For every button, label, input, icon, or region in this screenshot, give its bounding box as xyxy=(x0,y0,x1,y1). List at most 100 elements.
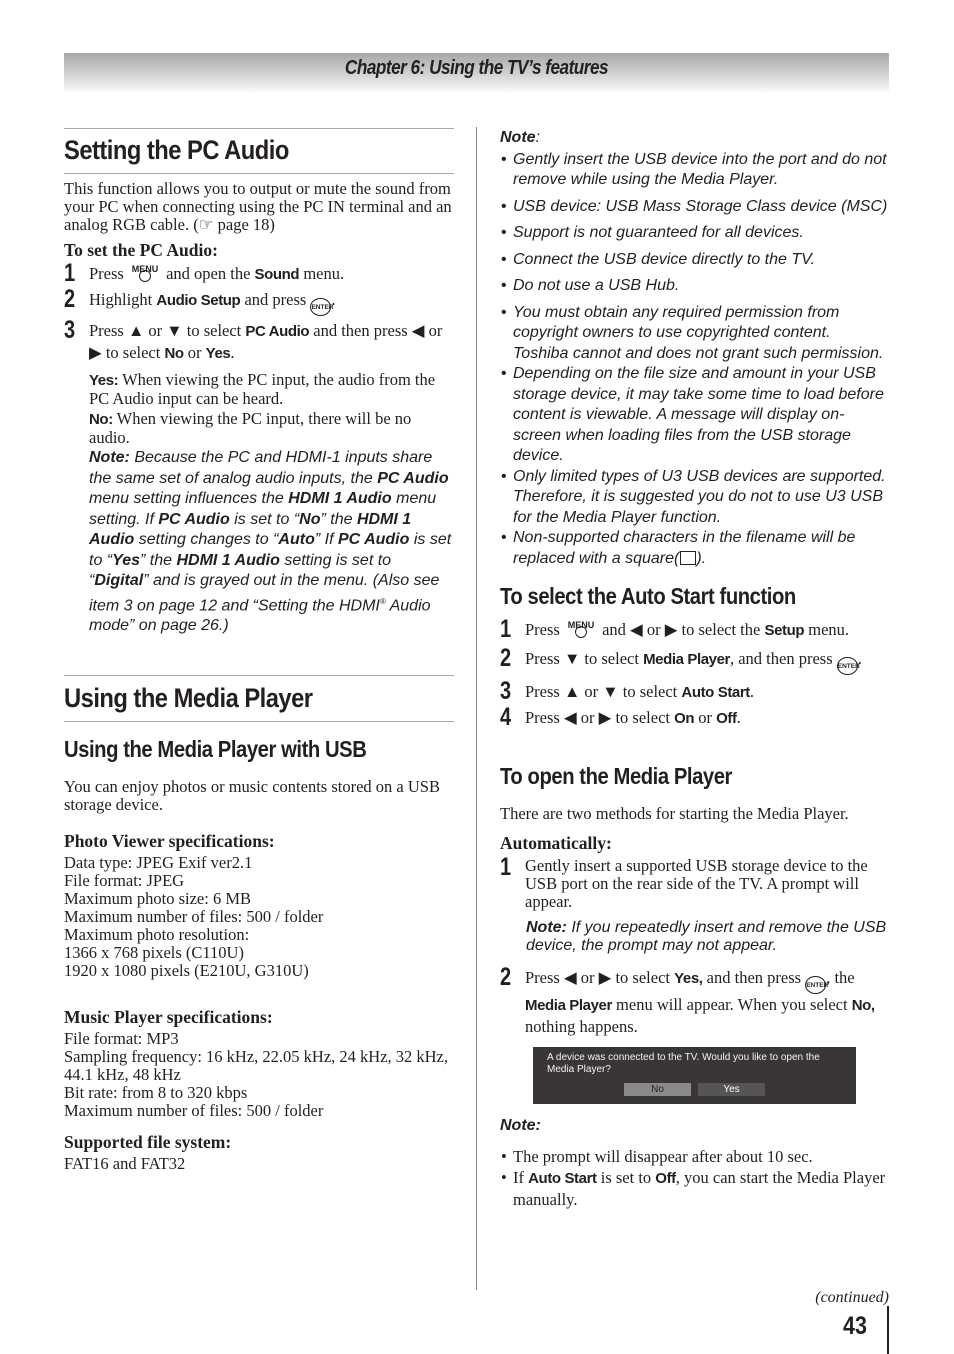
right-column: Note: • Gently insert the USB device into… xyxy=(500,128,890,1210)
automatically-subhead: Automatically: xyxy=(500,833,612,853)
music-specs-list: File format: MP3 Sampling frequency: 16 … xyxy=(64,1028,454,1120)
note-item: • Do not use a USB Hub. xyxy=(501,277,680,294)
square-glyph-icon xyxy=(680,550,697,565)
enter-button-icon: ENTER xyxy=(310,298,333,316)
section-rule xyxy=(64,128,454,129)
section-rule xyxy=(64,173,454,174)
step-text: and press xyxy=(244,290,307,309)
section-rule xyxy=(64,720,454,722)
step-text: Press ▲ or ▼ to select xyxy=(89,321,242,340)
open-player-intro: There are two methods for starting the M… xyxy=(500,804,849,823)
open-player-step-1-note: Note: If you repeatedly insert and remov… xyxy=(526,919,887,954)
open-player-note-list: • The prompt will disappear after about 1… xyxy=(500,1146,890,1210)
step-number: 2 xyxy=(64,285,76,313)
step-text: menu. xyxy=(303,264,345,283)
note-item: • USB device: USB Mass Storage Class devi… xyxy=(501,197,888,215)
spec-line: Maximum photo size: 6 MB xyxy=(64,888,251,908)
spec-line: Maximum number of files: 500 / folder xyxy=(64,906,324,926)
open-player-note-heading: Note: xyxy=(500,1117,541,1134)
spec-line: File format: JPEG xyxy=(64,870,185,890)
usb-connect-prompt-dialog: A device was connected to the TV. Would … xyxy=(533,1047,856,1104)
spec-line: Bit rate: from 8 to 320 kbps xyxy=(64,1082,248,1102)
spec-line: Data type: JPEG Exif ver2.1 xyxy=(64,852,253,872)
pc-audio-intro: This function allows you to output or mu… xyxy=(64,179,452,234)
menu-name: Media Player xyxy=(643,651,730,668)
auto-start-step-3: 3 Press ▲ or ▼ to select Auto Start. xyxy=(500,677,755,705)
no-label: No: xyxy=(89,411,113,428)
continued-label: (continued) xyxy=(815,1289,889,1306)
auto-start-step-1: 1 Press MENU and ◀ or ▶ to select the Se… xyxy=(500,615,850,643)
chapter-title: Chapter 6: Using the TV’s features xyxy=(344,57,609,79)
menu-name: Audio Setup xyxy=(156,292,241,309)
music-specs-heading: Music Player specifications: xyxy=(64,1006,273,1027)
menu-button-icon: MENU xyxy=(564,620,598,639)
step-number: 4 xyxy=(500,703,512,731)
pc-audio-step-2: 2 Highlight Audio Setup and press ENTER. xyxy=(64,285,454,316)
no-description: No: When viewing the PC input, there wil… xyxy=(89,409,412,447)
note-item: • If Auto Start is set to Off, you can st… xyxy=(501,1167,886,1209)
chapter-header: Chapter 6: Using the TV’s features xyxy=(64,53,889,93)
step-number: 1 xyxy=(500,615,512,643)
file-system-value: FAT16 and FAT32 xyxy=(64,1153,186,1173)
usb-subsection-title: Using the Media Player with USB xyxy=(64,735,367,762)
menu-name: PC Audio xyxy=(245,323,310,340)
pc-audio-subhead: To set the PC Audio: xyxy=(64,240,218,260)
usb-note-heading: Note: xyxy=(500,129,541,146)
prompt-message: A device was connected to the TV. Would … xyxy=(547,1052,820,1075)
auto-start-title: To select the Auto Start function xyxy=(500,583,796,609)
usb-note-list: • Gently insert the USB device into the p… xyxy=(500,150,890,570)
note-item: • Support is not guaranteed for all devic… xyxy=(501,224,804,241)
option-yes: Yes xyxy=(205,345,231,362)
usb-intro: You can enjoy photos or music contents s… xyxy=(64,776,440,814)
pc-audio-options: Yes: When viewing the PC input, the audi… xyxy=(64,371,454,637)
pc-audio-note: Note: Because the PC and HDMI-1 inputs s… xyxy=(89,449,452,635)
note-item: • You must obtain any required permission… xyxy=(501,303,884,362)
open-player-title: To open the Media Player xyxy=(500,763,733,789)
step-number: 3 xyxy=(500,677,512,705)
open-player-step-2: 2 Press ◀ or ▶ to select Yes, and then p… xyxy=(500,963,875,1037)
open-player-step-1: 1 Gently insert a supported USB storage … xyxy=(500,853,868,911)
note-item: • Non-supported characters in the filenam… xyxy=(501,529,856,567)
menu-name: Auto Start xyxy=(681,684,750,701)
menu-name: Setup xyxy=(764,622,805,639)
enter-button-icon: ENTER xyxy=(805,976,828,994)
photo-specs-heading: Photo Viewer specifications: xyxy=(64,830,275,851)
left-column: Setting the PC Audio This function allow… xyxy=(64,128,454,1173)
step-text: Press xyxy=(89,264,124,283)
step-number: 3 xyxy=(64,316,76,344)
pc-audio-step-3: 3 Press ▲ or ▼ to select PC Audio and th… xyxy=(64,316,443,363)
photo-specs-list: Data type: JPEG Exif ver2.1 File format:… xyxy=(64,852,454,980)
page-number: 43 xyxy=(843,1312,867,1340)
file-system-heading: Supported file system: xyxy=(64,1131,232,1152)
prompt-no-button[interactable]: No xyxy=(624,1083,691,1096)
spec-line: Maximum photo resolution: xyxy=(64,924,250,944)
yes-description: Yes: When viewing the PC input, the audi… xyxy=(89,370,436,408)
step-number: 1 xyxy=(64,259,76,287)
note-item: • Gently insert the USB device into the p… xyxy=(501,150,887,189)
note-item: • Only limited types of U3 USB devices ar… xyxy=(501,467,886,526)
menu-button-icon: MENU xyxy=(128,264,162,283)
spec-line: Sampling frequency: 16 kHz, 22.05 kHz, 2… xyxy=(64,1046,449,1084)
section-rule xyxy=(64,674,454,676)
option-on: On xyxy=(674,710,695,727)
step-text: and open the xyxy=(166,264,251,283)
menu-name: Sound xyxy=(254,266,300,283)
note-item: • Connect the USB device directly to the … xyxy=(501,250,816,268)
option-no: No xyxy=(164,345,184,362)
prompt-yes-button[interactable]: Yes xyxy=(698,1083,765,1096)
step-number: 2 xyxy=(500,644,512,672)
step-text: Highlight xyxy=(89,290,153,309)
spec-line: 1366 x 768 pixels (C110U) xyxy=(64,942,244,962)
section-title-media-player: Using the Media Player xyxy=(64,682,313,713)
note-item: • The prompt will disappear after about 1… xyxy=(501,1146,813,1166)
page-number-bar xyxy=(887,1306,889,1354)
spec-line: File format: MP3 xyxy=(64,1028,179,1048)
yes-label: Yes: xyxy=(89,372,119,389)
column-divider xyxy=(476,127,477,1290)
enter-button-icon: ENTER xyxy=(836,657,860,675)
note-item: • Depending on the file size and amount i… xyxy=(501,365,884,464)
pc-audio-step-1: 1 Press MENU and open the Sound menu. xyxy=(64,259,454,287)
spec-line: 1920 x 1080 pixels (E210U, G310U) xyxy=(64,960,309,980)
option-off: Off xyxy=(716,710,737,727)
section-title-pc-audio: Setting the PC Audio xyxy=(64,135,289,165)
